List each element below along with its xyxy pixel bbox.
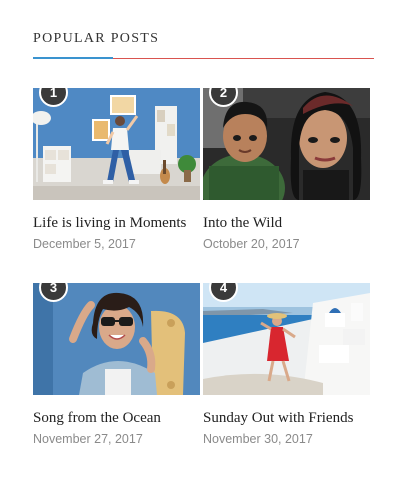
post-title[interactable]: Into the Wild xyxy=(203,214,370,232)
popular-posts-widget: POPULAR POSTS 1 Life is living in Moment… xyxy=(33,30,374,446)
post-thumbnail-4[interactable]: 4 xyxy=(203,283,370,395)
post-title-link[interactable]: Sunday Out with Friends xyxy=(203,410,353,426)
post-title[interactable]: Song from the Ocean xyxy=(33,409,200,427)
post-thumbnail-1[interactable]: 1 xyxy=(33,88,200,200)
post-title-link[interactable]: Life is living in Moments xyxy=(33,215,186,231)
post-title-link[interactable]: Song from the Ocean xyxy=(33,410,161,426)
title-underline xyxy=(33,57,374,59)
post-date: December 5, 2017 xyxy=(33,237,136,251)
post-title-link[interactable]: Into the Wild xyxy=(203,215,282,231)
post-date: November 30, 2017 xyxy=(203,432,313,446)
post-date: October 20, 2017 xyxy=(203,237,300,251)
post-card: 3 Song from the Ocean November 27, 2017 xyxy=(33,283,200,447)
post-title[interactable]: Sunday Out with Friends xyxy=(203,409,370,427)
post-thumbnail-3[interactable]: 3 xyxy=(33,283,200,395)
post-card: 4 Sunday Out with Friends November 30, 2… xyxy=(203,283,370,447)
post-date: November 27, 2017 xyxy=(33,432,143,446)
post-card: 1 Life is living in Moments December 5, … xyxy=(33,88,200,252)
post-thumbnail-2[interactable]: 2 xyxy=(203,88,370,200)
post-card: 2 Into the Wild October 20, 2017 xyxy=(203,88,370,252)
posts-grid: 1 Life is living in Moments December 5, … xyxy=(33,88,374,458)
post-title[interactable]: Life is living in Moments xyxy=(33,214,200,232)
widget-title: POPULAR POSTS xyxy=(33,31,160,46)
title-underline-accent xyxy=(33,57,113,59)
